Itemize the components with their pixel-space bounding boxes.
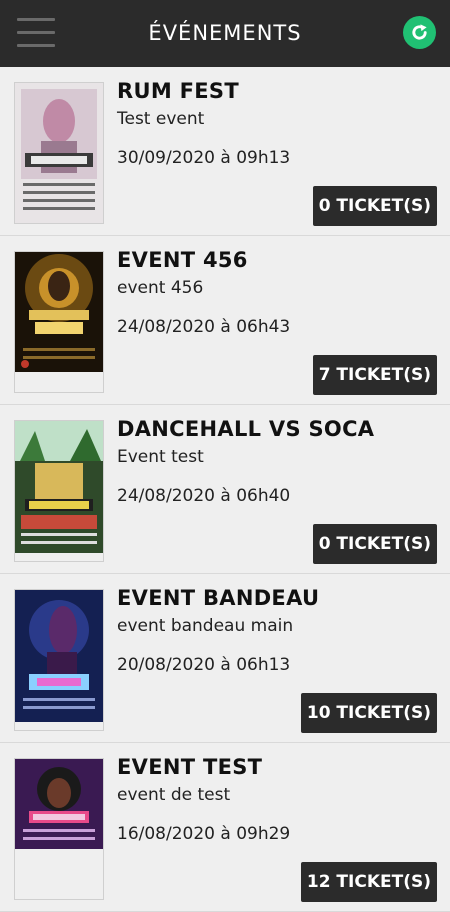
- page-title: ÉVÉNEMENTS: [148, 21, 302, 45]
- event-date: 30/09/2020 à 09h13: [117, 148, 291, 168]
- event-poster-image: [15, 421, 103, 561]
- refresh-icon[interactable]: [403, 16, 436, 49]
- event-subtitle: event de test: [117, 785, 231, 805]
- event-subtitle: event 456: [117, 278, 204, 298]
- event-date: 16/08/2020 à 09h29: [117, 824, 291, 844]
- event-subtitle: event bandeau main: [117, 616, 294, 636]
- tickets-button[interactable]: 12 TICKET(S): [300, 862, 437, 902]
- tickets-button[interactable]: 0 TICKET(S): [312, 524, 437, 564]
- app-header: ÉVÉNEMENTS: [0, 0, 450, 67]
- event-poster-image: [15, 83, 103, 223]
- event-poster-image: [15, 252, 103, 392]
- event-list: RUM FEST Test event 30/09/2020 à 09h13 0…: [0, 67, 450, 912]
- event-item[interactable]: EVENT TEST event de test 16/08/2020 à 09…: [0, 743, 450, 912]
- event-title: EVENT 456: [117, 248, 248, 272]
- event-poster-image: [15, 590, 103, 730]
- event-title: EVENT BANDEAU: [117, 586, 320, 610]
- event-title: RUM FEST: [117, 79, 239, 103]
- event-item[interactable]: DANCEHALL VS SOCA Event test 24/08/2020 …: [0, 405, 450, 574]
- event-subtitle: Event test: [117, 447, 204, 467]
- tickets-button[interactable]: 10 TICKET(S): [300, 693, 437, 733]
- event-subtitle: Test event: [117, 109, 205, 129]
- event-title: EVENT TEST: [117, 755, 263, 779]
- event-date: 24/08/2020 à 06h43: [117, 317, 291, 337]
- event-item[interactable]: EVENT BANDEAU event bandeau main 20/08/2…: [0, 574, 450, 743]
- event-poster-image: [15, 759, 103, 899]
- event-item[interactable]: EVENT 456 event 456 24/08/2020 à 06h43 7…: [0, 236, 450, 405]
- event-date: 24/08/2020 à 06h40: [117, 486, 291, 506]
- tickets-button[interactable]: 0 TICKET(S): [312, 186, 437, 226]
- event-item[interactable]: RUM FEST Test event 30/09/2020 à 09h13 0…: [0, 67, 450, 236]
- event-date: 20/08/2020 à 06h13: [117, 655, 291, 675]
- event-title: DANCEHALL VS SOCA: [117, 417, 375, 441]
- tickets-button[interactable]: 7 TICKET(S): [312, 355, 437, 395]
